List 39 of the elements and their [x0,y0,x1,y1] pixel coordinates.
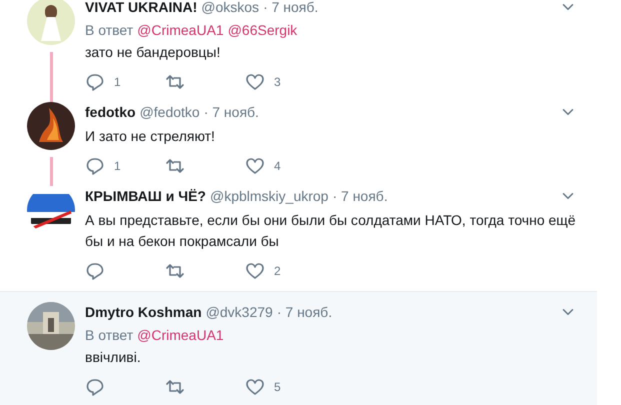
user-name[interactable]: Dmytro Koshman [85,304,202,320]
heart-icon[interactable] [245,156,265,176]
tweet-date[interactable]: · 7 нояб. [276,304,332,320]
user-name[interactable]: fedotko [85,104,136,120]
retweet-icon[interactable] [165,377,185,397]
like-count: 3 [274,75,281,89]
reply-count: 1 [114,75,121,89]
heart-icon[interactable] [245,377,265,397]
reply-icon[interactable] [85,156,105,176]
reply-label: В ответ [85,327,134,343]
mention-link[interactable]: @CrimeaUA1 [137,22,224,38]
reply-icon[interactable] [85,377,105,397]
retweet-icon[interactable] [165,72,185,92]
heart-icon[interactable] [245,72,265,92]
user-name[interactable]: VIVAT UKRAINA! [85,0,198,15]
reply-icon[interactable] [85,72,105,92]
heart-icon[interactable] [245,261,265,281]
tweet-text: ввічливі. [85,348,142,367]
tweet-text: А вы представьте, если бы они были бы солдатами НАТО, тогда точно ещё бы и на бекон покрамсали бы [85,211,577,251]
user-handle[interactable]: @okskos [201,0,260,15]
user-handle[interactable]: @dvk3279 [206,304,273,320]
mention-link[interactable]: @CrimeaUA1 [137,327,224,343]
user-handle[interactable]: @kpblmskiy_ukrop [210,188,328,204]
retweet-icon[interactable] [165,156,185,176]
tweet-date[interactable]: · 7 нояб. [332,188,388,204]
reply-icon[interactable] [85,261,105,281]
tweet-date[interactable]: · 7 нояб. [263,0,318,15]
reply-label: В ответ [85,22,134,38]
reply-count: 1 [114,159,121,173]
like-count: 2 [274,264,281,278]
user-handle[interactable]: @fedotko [140,104,200,120]
mention-link[interactable]: @66Sergik [228,22,298,38]
like-count: 5 [274,380,281,394]
tweet-text: зато не бандеровцы! [85,43,222,62]
tweet-date[interactable]: · 7 нояб. [204,104,259,120]
like-count: 4 [274,159,281,173]
tweet-text: И зато не стреляют! [85,127,216,146]
retweet-icon[interactable] [165,261,185,281]
user-name[interactable]: КРЫМВАШ и ЧЁ? [85,188,206,204]
